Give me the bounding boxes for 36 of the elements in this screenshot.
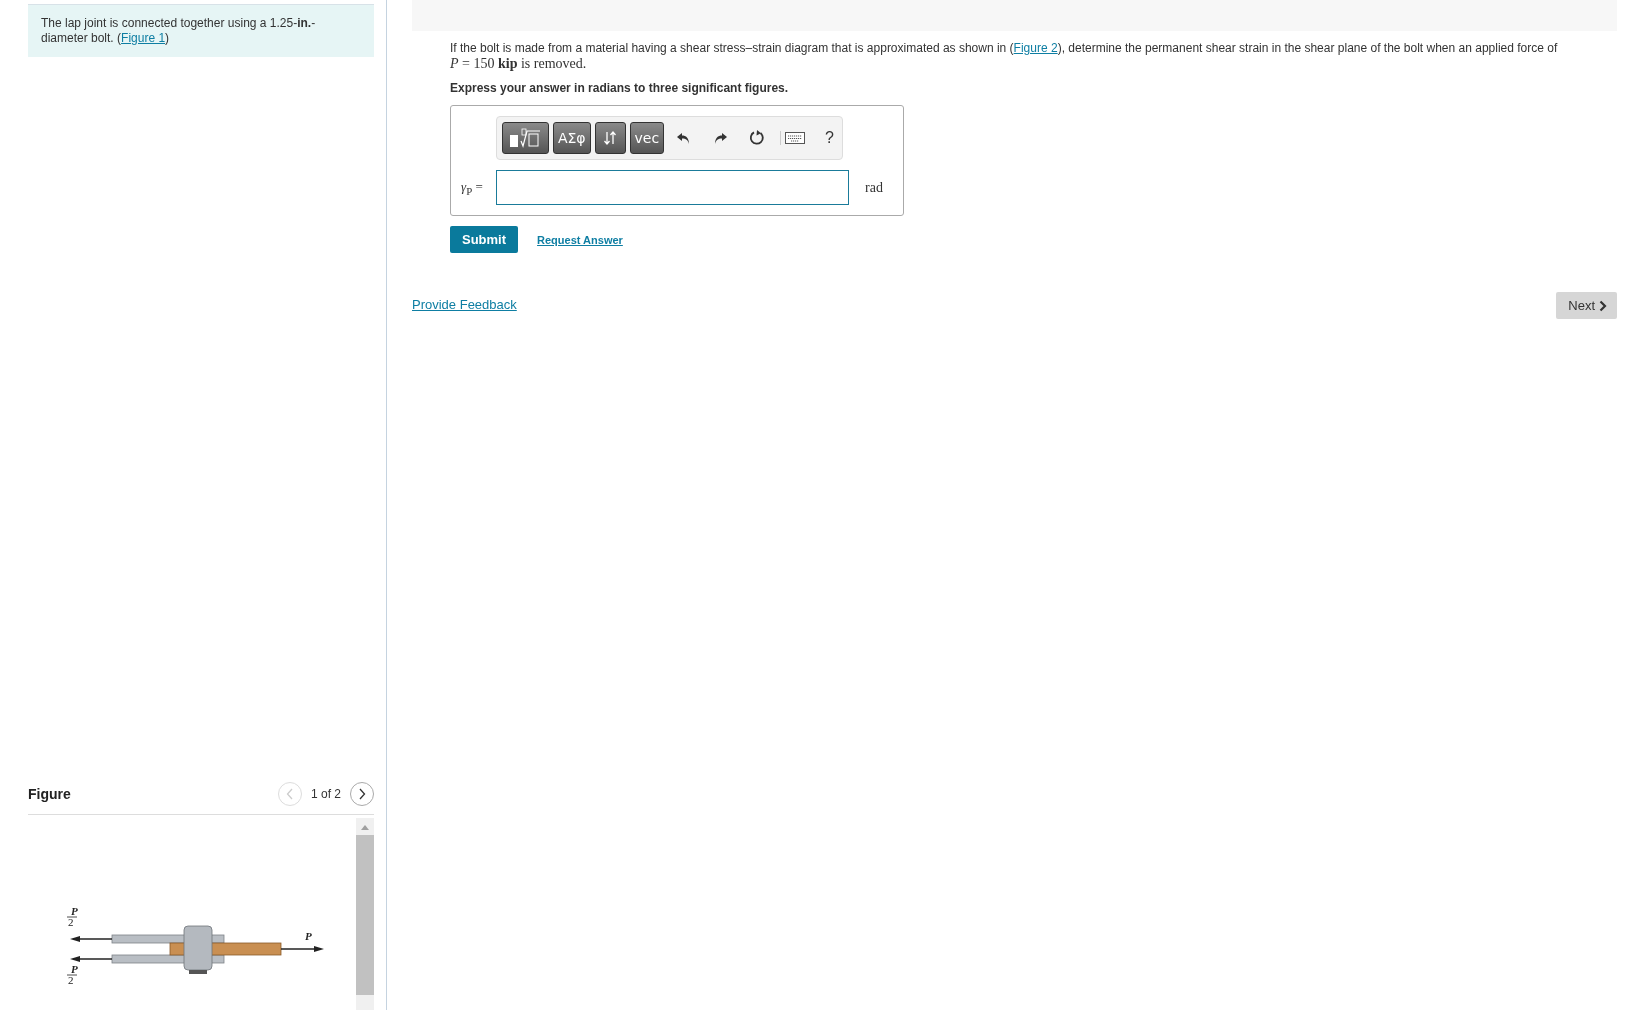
- problem-statement: The lap joint is connected together using a 1.25-in.-diameter bolt. (Figure 1): [41, 16, 317, 46]
- right-arrow: [280, 946, 324, 952]
- next-button[interactable]: Next: [1556, 292, 1617, 319]
- next-figure-button[interactable]: [350, 782, 374, 806]
- submit-button[interactable]: Submit: [450, 226, 519, 253]
- figure-heading: Figure: [28, 786, 71, 802]
- left-arrow: [70, 936, 113, 942]
- template-button[interactable]: [502, 122, 549, 154]
- force-label: P: [71, 905, 78, 917]
- unit-label: rad: [865, 179, 883, 196]
- chevron-left-icon: [285, 788, 294, 800]
- redo-icon: [712, 130, 729, 146]
- force-label: P: [305, 930, 312, 942]
- figure-counter: 1 of 2: [310, 787, 341, 801]
- answer-label: γ$_{P}$ =: [460, 178, 484, 197]
- force-label: 2: [68, 974, 74, 986]
- force-label: P: [71, 963, 78, 975]
- symbol-button[interactable]: ΑΣφ: [552, 122, 591, 154]
- scrollbar[interactable]: [356, 818, 374, 1010]
- chevron-right-icon: [358, 788, 366, 800]
- figure-link[interactable]: Figure 1: [121, 31, 166, 45]
- instruction-text: Express your answer in radians to three significant figures.: [450, 81, 790, 95]
- request-answer-link[interactable]: Request Answer: [537, 233, 623, 246]
- question-text: If the bolt is made from a material having a shear stress–strain diagram that is approximated as shown in (Figure 2), determine the permanent shear strain in the shear plane of the bolt when an applied force of P = 150 kip is removed.: [450, 41, 1559, 72]
- force-label: 2: [68, 916, 74, 928]
- answer-field[interactable]: [496, 170, 849, 205]
- help-button[interactable]: ?: [817, 122, 842, 154]
- subscript-button[interactable]: [594, 122, 626, 154]
- figure-link[interactable]: Figure 2: [1013, 41, 1058, 55]
- reset-icon: [748, 129, 767, 147]
- chevron-icon: [1599, 299, 1607, 312]
- provide-feedback-link[interactable]: Provide Feedback: [412, 297, 517, 312]
- scrollbar-thumb[interactable]: [356, 835, 374, 995]
- up-down-arrows-icon: [603, 130, 618, 146]
- left-arrow: [70, 956, 113, 962]
- symbol-button[interactable]: vec: [629, 122, 665, 154]
